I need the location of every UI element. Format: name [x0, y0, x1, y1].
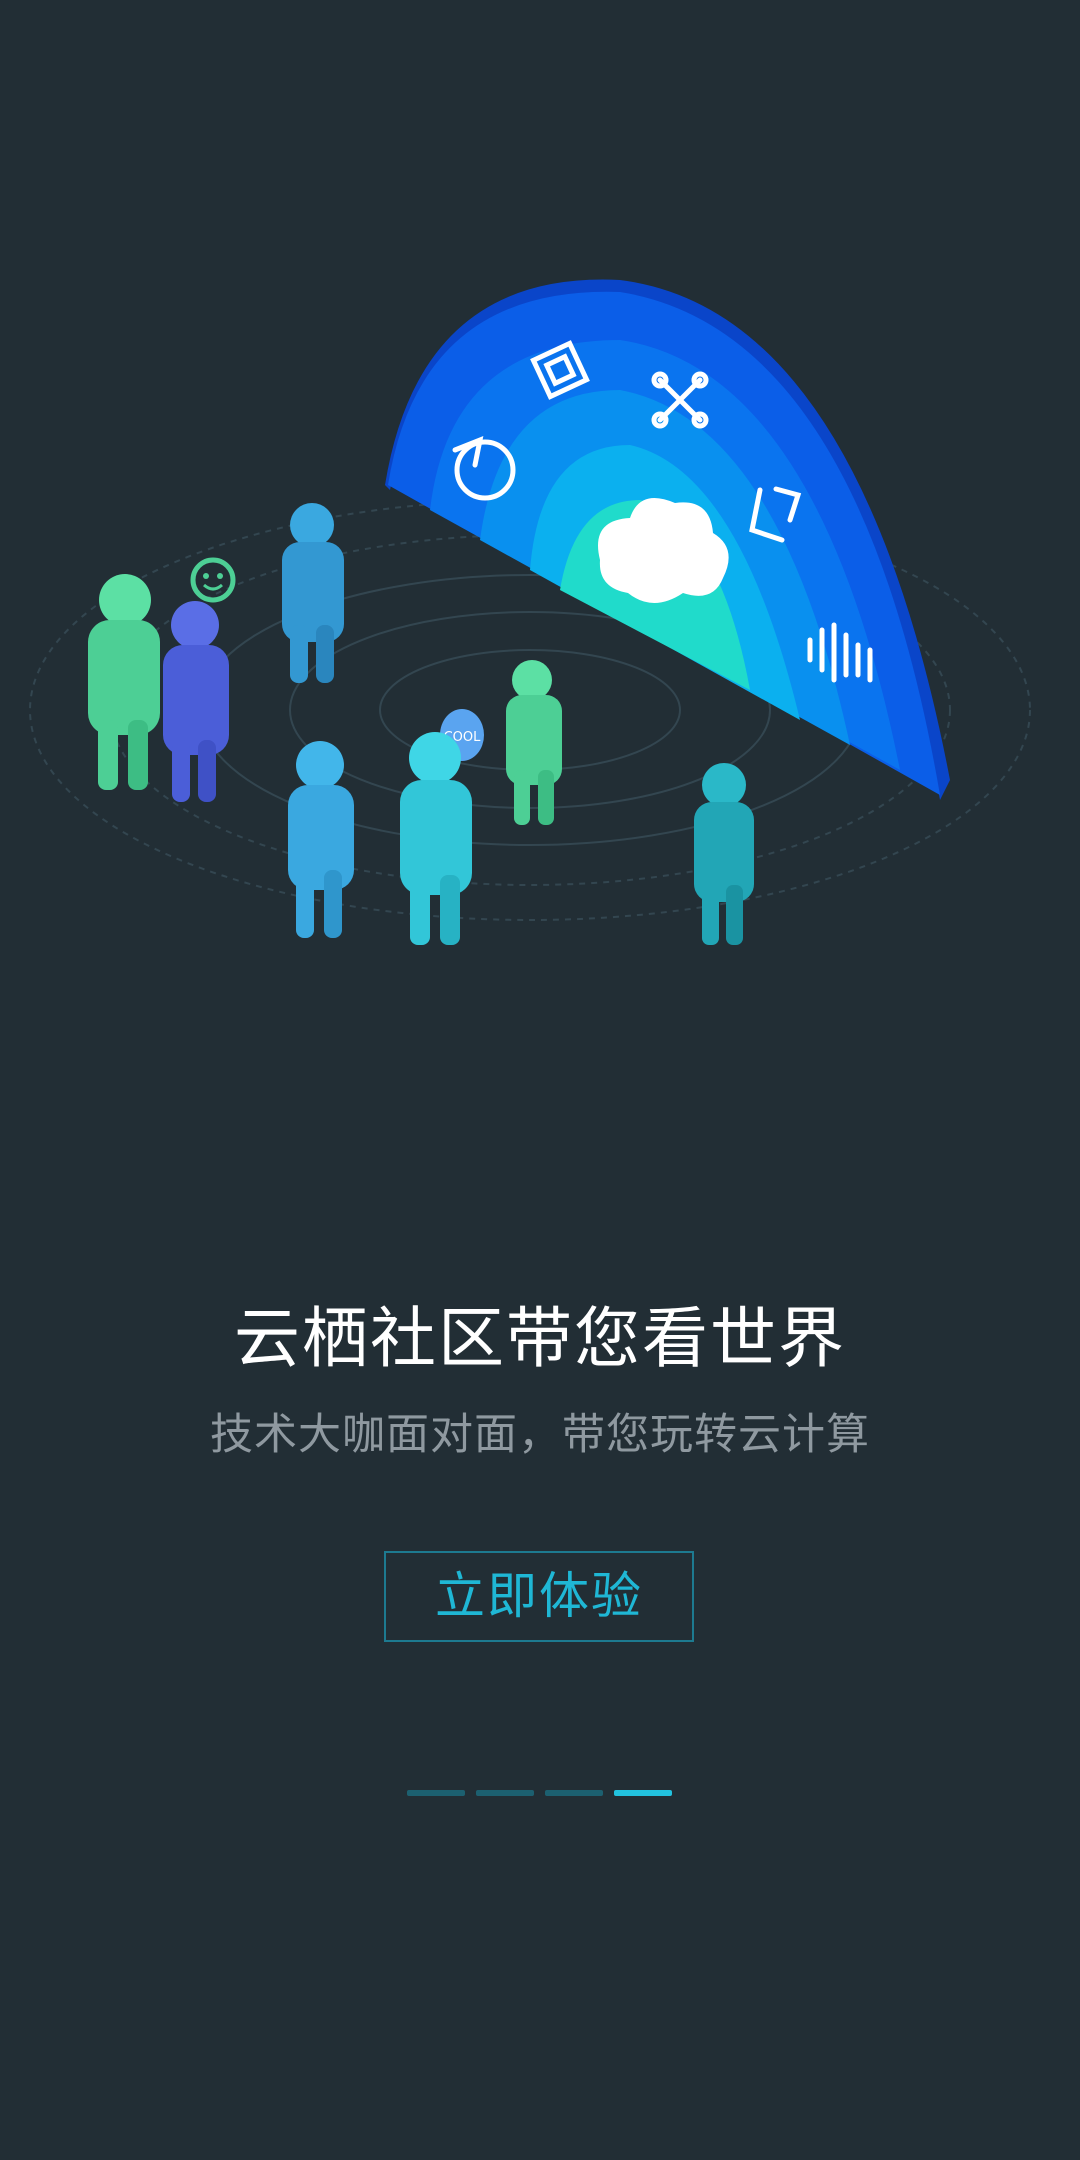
- page-indicator: [407, 1790, 672, 1796]
- page-indicator-dot-active[interactable]: [614, 1790, 672, 1796]
- page-indicator-dot[interactable]: [407, 1790, 465, 1796]
- page-indicator-dot[interactable]: [476, 1790, 534, 1796]
- smile-icon: [190, 557, 236, 603]
- try-now-button[interactable]: 立即体验: [384, 1551, 694, 1642]
- person-figure: [288, 741, 354, 938]
- onboarding-screen: COOL 云栖社区带您看世界 技术大咖面对面，带您玩转云计算 立即体验: [0, 0, 1080, 2160]
- subheadline: 技术大咖面对面，带您玩转云计算: [210, 1410, 870, 1460]
- onboarding-illustration: COOL: [29, 279, 1031, 945]
- page-indicator-dot[interactable]: [545, 1790, 603, 1796]
- person-figure: [163, 601, 229, 802]
- person-figure: [694, 763, 754, 945]
- person-figure: [88, 574, 160, 790]
- person-figure: [506, 660, 562, 825]
- headline: 云栖社区带您看世界: [234, 1300, 846, 1377]
- person-figure: [282, 503, 344, 683]
